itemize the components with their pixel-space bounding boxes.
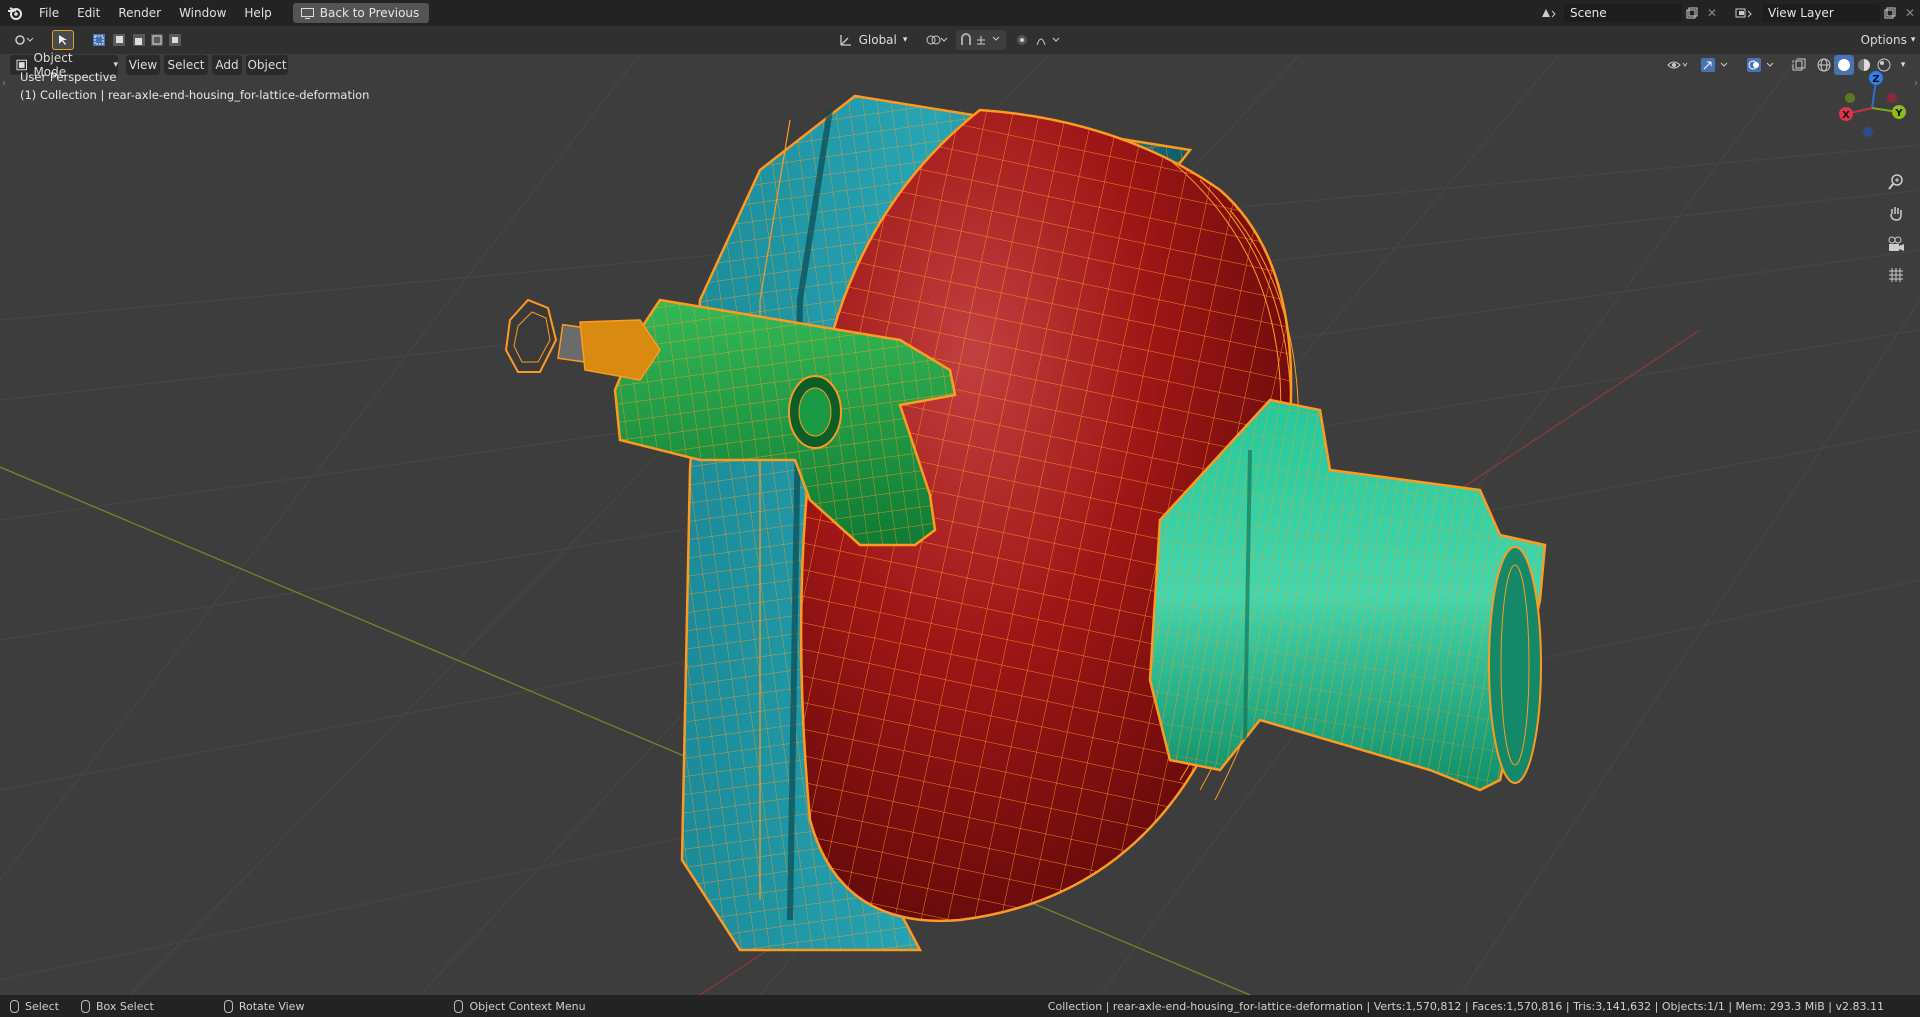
mouse-rotate-icon [223, 999, 233, 1013]
collection-label: (1) Collection | rear-axle-end-housing_f… [20, 88, 370, 102]
scene-field[interactable]: Scene [1564, 4, 1682, 22]
transform-orientation-dropdown[interactable]: Global ▾ [834, 30, 912, 50]
transform-orientation-icon [839, 35, 851, 46]
new-scene-icon[interactable] [1682, 4, 1702, 22]
back-to-previous-button[interactable]: Back to Previous [292, 3, 430, 23]
blender-logo-icon[interactable] [0, 0, 30, 26]
camera-icon[interactable] [1883, 231, 1909, 257]
gizmo-z-label: Z [1872, 74, 1879, 85]
scene-controls: Scene ✕ View Layer ✕ [1534, 0, 1920, 26]
select-cursor-icon[interactable] [52, 30, 74, 50]
view-layer-selector-icon[interactable] [1728, 4, 1762, 22]
screen-icon [300, 7, 314, 19]
status-bar: Select Box Select Rotate View Object Con… [0, 995, 1920, 1017]
top-bar: File Edit Render Window Help Back to Pre… [0, 0, 1920, 26]
menu-render[interactable]: Render [109, 0, 170, 26]
chevron-down-icon: ▾ [1910, 35, 1916, 45]
left-edge-toggle-icon[interactable]: ‹ [2, 78, 6, 89]
right-edge-toggle-icon[interactable]: › [1914, 78, 1918, 89]
viewport-canvas[interactable] [0, 54, 1920, 995]
tool-header: Global ▾ [0, 26, 1920, 54]
chevron-down-icon: ▾ [902, 35, 908, 45]
gizmo-x-label: X [1842, 110, 1850, 121]
status-rotate-view-label: Rotate View [238, 999, 305, 1013]
pivot-icon[interactable] [922, 30, 952, 50]
new-view-layer-icon[interactable] [1880, 4, 1900, 22]
gizmo-y-label: Y [1894, 108, 1903, 119]
grid-view-icon[interactable] [1883, 262, 1909, 288]
perspective-label: User Perspective [20, 70, 117, 84]
status-box-select-label: Box Select [95, 999, 154, 1013]
mouse-right-icon [454, 999, 464, 1013]
menu-help[interactable]: Help [235, 0, 280, 26]
delete-scene-icon[interactable]: ✕ [1702, 4, 1722, 22]
status-context-menu-label: Object Context Menu [469, 999, 586, 1013]
view-layer-field[interactable]: View Layer [1762, 4, 1880, 22]
editor-type-icon[interactable] [10, 30, 38, 50]
back-to-previous-label: Back to Previous [319, 6, 420, 20]
scene-statistics: Collection | rear-axle-end-housing_for-l… [1047, 999, 1884, 1013]
snap-icon[interactable] [956, 30, 1006, 50]
delete-view-layer-icon[interactable]: ✕ [1900, 4, 1920, 22]
mouse-middle-icon [80, 999, 90, 1013]
options-label: Options [1860, 33, 1907, 47]
menu-window[interactable]: Window [170, 0, 235, 26]
shaft-and-nut [504, 298, 661, 381]
proportional-edit-icon[interactable] [1012, 30, 1068, 50]
box-select-mode-icons[interactable] [88, 30, 184, 50]
zoom-icon[interactable] [1883, 169, 1909, 195]
pan-hand-icon[interactable] [1883, 200, 1909, 226]
navigation-gizmo[interactable]: Z Y X [1832, 70, 1912, 140]
3d-viewport[interactable]: User Perspective (1) Collection | rear-a… [0, 54, 1920, 995]
options-button[interactable]: Options ▾ [1860, 30, 1916, 50]
transform-orientation-label: Global [858, 33, 897, 47]
menu-file[interactable]: File [30, 0, 68, 26]
scene-selector-icon[interactable] [1534, 4, 1564, 22]
mouse-left-icon [10, 999, 19, 1013]
status-select-label: Select [25, 999, 59, 1013]
menu-edit[interactable]: Edit [68, 0, 109, 26]
